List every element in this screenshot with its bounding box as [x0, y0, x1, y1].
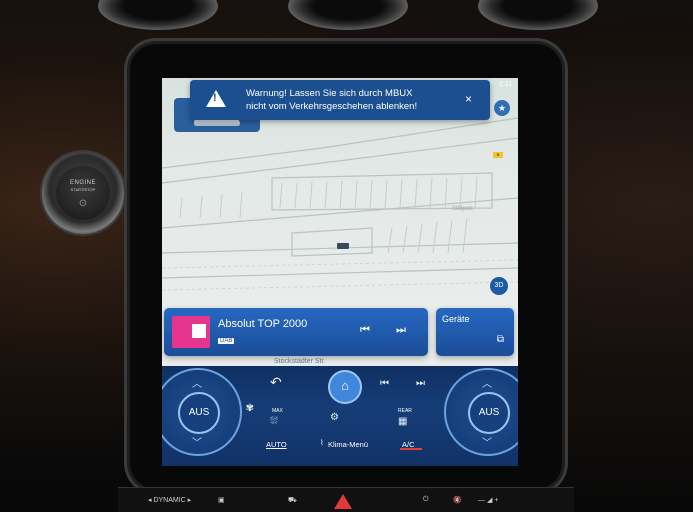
engine-button-face: ENGINE START/STOP ⊙	[56, 166, 110, 220]
previous-track-button[interactable]: ⏮	[360, 324, 370, 337]
klima-menu-button[interactable]: Klima-Menü	[328, 440, 368, 449]
home-button[interactable]: ⌂	[328, 370, 362, 404]
power-button[interactable]: ⏻	[423, 496, 429, 504]
engine-start-stop-button[interactable]: ENGINE START/STOP ⊙	[42, 152, 124, 234]
distraction-warning-banner: Warnung! Lassen Sie sich durch MBUX nich…	[190, 80, 490, 120]
engine-label: ENGINE	[69, 180, 96, 186]
view-3d-button[interactable]: 3D	[490, 277, 508, 295]
radio-source-badge: DAB	[218, 338, 235, 344]
left-temperature-dial[interactable]: ︿ AUS ﹀ ✻ ✾	[162, 368, 254, 456]
map-street-label-2: Stockstädter Str.	[274, 358, 326, 365]
devices-title: Geräte	[442, 314, 470, 324]
chevron-down-icon[interactable]: ﹀	[482, 434, 492, 449]
next-button[interactable]: ⏭	[416, 378, 425, 389]
mbux-screen: Stölpstr. B 3D 1:11 ★ Warnung! Lassen Si…	[162, 78, 518, 466]
road-badge: B	[493, 152, 503, 158]
recirculation-button[interactable]: ⚙	[330, 412, 339, 423]
fan-high-icon[interactable]: ✾	[246, 403, 254, 414]
camera-icon[interactable]: ▣	[218, 496, 225, 504]
seat-heating-icon[interactable]: ⌇	[320, 438, 324, 447]
right-dial-value: AUS	[468, 392, 510, 434]
chevron-up-icon[interactable]: ︿	[482, 375, 492, 390]
start-stop-label: START/STOP	[70, 187, 96, 192]
max-defrost-label: MAX	[272, 408, 283, 414]
volume-slider[interactable]: — ◢ +	[478, 496, 498, 504]
warning-icon	[206, 90, 226, 107]
car-settings-icon[interactable]: ⛟	[288, 496, 297, 505]
dynamic-select-switch[interactable]: ◂ DYNAMIC ▸	[148, 496, 191, 504]
warning-line-1: Warnung! Lassen Sie sich durch MBUX	[246, 88, 413, 99]
previous-button[interactable]: ⏮	[380, 378, 389, 389]
right-temperature-dial[interactable]: ︿ AUS ﹀	[444, 368, 518, 456]
left-dial-value: AUS	[178, 392, 220, 434]
devices-card[interactable]: Geräte ⧉	[436, 308, 514, 356]
map-street-label: Stölpstr.	[452, 206, 474, 212]
mute-button[interactable]: 🔇	[453, 496, 462, 504]
clock: 1:11	[498, 81, 512, 88]
auto-button[interactable]: AUTO	[266, 440, 287, 449]
album-art	[172, 316, 210, 348]
chevron-up-icon[interactable]: ︿	[192, 375, 202, 390]
phone-link-icon: ⧉	[496, 334, 504, 345]
next-track-button[interactable]: ⏭	[396, 324, 406, 337]
warning-line-2: nicht vom Verkehrsgeschehen ablenken!	[246, 101, 418, 112]
power-symbol-icon: ⊙	[78, 198, 88, 209]
ac-active-indicator	[400, 448, 422, 450]
rear-defrost-button[interactable]: ▦	[398, 416, 407, 427]
rear-defrost-label: REAR	[398, 408, 412, 414]
back-button[interactable]: ↶	[270, 374, 282, 391]
media-card[interactable]: Absolut TOP 2000 DAB ⏮ ⏭	[164, 308, 428, 356]
max-defrost-button[interactable]: ⛆	[270, 416, 278, 427]
climate-bar: ︿ AUS ﹀ ✻ ✾ ↶ ⌂ ⏮ ⏭ MAX ⛆ ⚙ REAR ▦ AUTO …	[162, 366, 518, 466]
hazard-lights-button[interactable]	[334, 494, 352, 509]
chevron-down-icon[interactable]: ﹀	[192, 434, 202, 449]
warning-message: Warnung! Lassen Sie sich durch MBUX nich…	[246, 87, 417, 113]
qr-code-icon	[192, 324, 206, 338]
close-icon[interactable]: ×	[465, 92, 472, 106]
favorites-star-icon[interactable]: ★	[494, 100, 510, 116]
media-title: Absolut TOP 2000	[218, 318, 308, 330]
